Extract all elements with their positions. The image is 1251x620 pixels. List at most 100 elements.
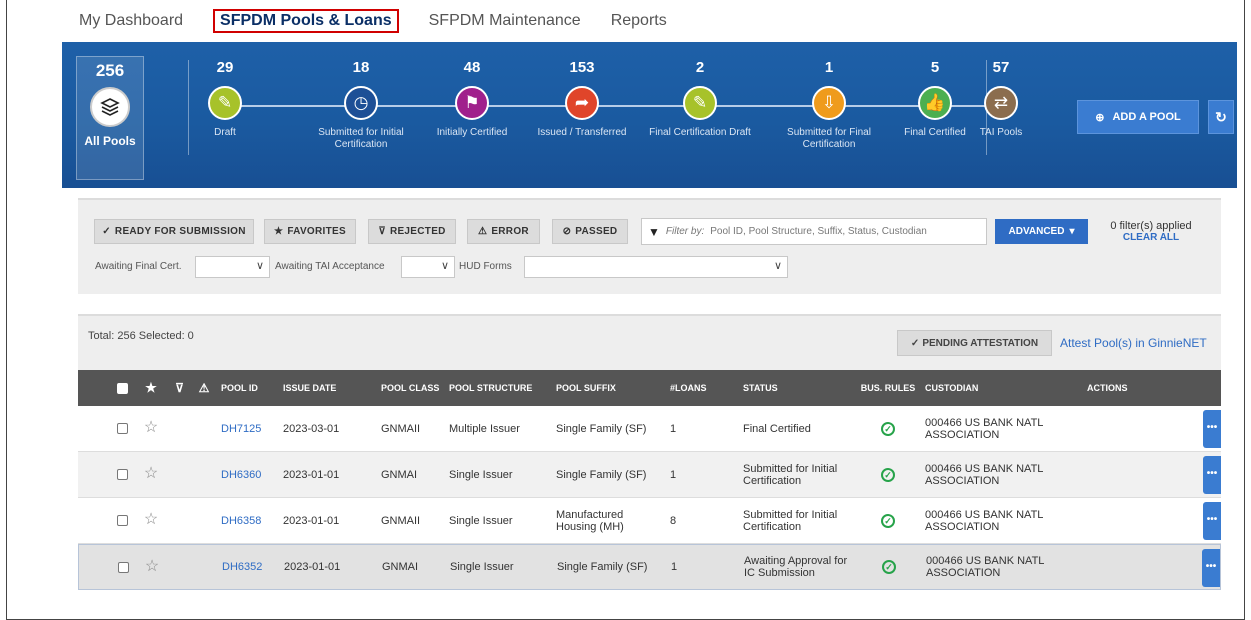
results-summary: Total: 256 Selected: 0 ✓ PENDING ATTESTA… (78, 314, 1221, 370)
hud-forms-label: HUD Forms (459, 261, 512, 272)
row-checkbox[interactable] (108, 423, 136, 435)
table-row[interactable]: ☆ DH6360 2023-01-01 GNMAI Single Issuer … (78, 452, 1221, 498)
header-pool-id[interactable]: POOL ID (215, 382, 277, 394)
header-custodian[interactable]: CUSTODIAN (919, 382, 1081, 394)
star-icon: ★ (274, 226, 284, 237)
filter-search-input[interactable]: ▼ Filter by: Pool ID, Pool Structure, Su… (641, 218, 987, 245)
loan-count: 1 (671, 561, 678, 573)
tab-sfpdm-maintenance[interactable]: SFPDM Maintenance (429, 12, 581, 30)
awaiting-tai-select[interactable]: ∨ (401, 256, 455, 278)
clear-all-link[interactable]: CLEAR ALL (1096, 232, 1206, 244)
issue-date: 2023-01-01 (284, 561, 341, 573)
header-actions: ACTIONS (1087, 383, 1128, 393)
refresh-button[interactable]: ↻ (1208, 100, 1234, 134)
star-icon[interactable]: ★ (136, 381, 166, 394)
thumbs-down-icon: ⊽ (378, 226, 386, 237)
pool-id-link[interactable]: DH6352 (216, 561, 278, 573)
inbox-icon: ⇩ (812, 86, 846, 120)
row-checkbox[interactable] (108, 515, 136, 527)
header-pool-suffix[interactable]: POOL SUFFIX (550, 382, 664, 394)
bus-rules-passed-icon: ✓ (857, 421, 919, 436)
pool-class: GNMAI (381, 468, 418, 481)
awaiting-final-cert-select[interactable]: ∨ (195, 256, 270, 278)
thumbs-down-icon: ⊽ (175, 381, 184, 395)
row-checkbox[interactable] (109, 561, 137, 573)
hud-forms-select[interactable]: ∨ (524, 256, 788, 278)
total-selected-text: Total: 256 Selected: 0 (88, 330, 194, 342)
chevron-down-icon: ∨ (255, 260, 264, 272)
favorite-star-icon[interactable]: ☆ (137, 558, 167, 574)
advanced-label: ADVANCED (1008, 226, 1065, 237)
pool-id-link[interactable]: DH6358 (215, 515, 277, 527)
status: Submitted for Initial Certification (743, 508, 838, 533)
status-issued-transferred[interactable]: 153 ➦ Issued / Transferred (522, 42, 642, 139)
add-pool-button[interactable]: ⊕ ADD A POOL (1077, 100, 1199, 134)
pool-id-link[interactable]: DH7125 (215, 423, 277, 435)
status-label: Issued / Transferred (537, 127, 627, 138)
caret-down-icon: ▾ (1069, 226, 1075, 237)
table-row[interactable]: ☆ DH6358 2023-01-01 GNMAII Single Issuer… (78, 498, 1221, 544)
button-label: REJECTED (389, 226, 446, 237)
select-all-checkbox[interactable] (108, 382, 136, 395)
header-bus-rules[interactable]: BUS. RULES (857, 382, 919, 394)
status-submitted-final[interactable]: 1 ⇩ Submitted for Final Certification (769, 42, 889, 151)
attest-pools-link[interactable]: Attest Pool(s) in GinnieNET (1060, 336, 1207, 350)
tab-sfpdm-pools-loans[interactable]: SFPDM Pools & Loans (213, 9, 399, 33)
check-circle-icon: ⊘ (562, 226, 572, 237)
pool-class: GNMAI (382, 561, 419, 573)
funnel-icon: ▼ (648, 224, 660, 239)
custodian: 000466 US BANK NATL ASSOCIATION (926, 555, 1045, 579)
header-issue-date[interactable]: ISSUE DATE (277, 382, 375, 394)
header-status[interactable]: STATUS (737, 382, 857, 394)
pending-attestation-button[interactable]: ✓ PENDING ATTESTATION (897, 330, 1052, 356)
advanced-button[interactable]: ADVANCED ▾ (995, 219, 1088, 244)
table-row[interactable]: ☆ DH7125 2023-03-01 GNMAII Multiple Issu… (78, 406, 1221, 452)
pool-structure: Single Issuer (450, 561, 514, 573)
table-header: ★ ⊽ ⚠ POOL ID ISSUE DATE POOL CLASS POOL… (78, 370, 1221, 406)
tab-my-dashboard[interactable]: My Dashboard (79, 12, 183, 30)
table-row[interactable]: ☆ DH6352 2023-01-01 GNMAI Single Issuer … (78, 544, 1221, 590)
status-count: 57 (992, 59, 1010, 76)
pool-suffix: Single Family (SF) (556, 422, 647, 435)
status-count: 153 (569, 59, 595, 76)
status-count: 29 (216, 59, 234, 76)
status-tai-pools[interactable]: 57 ⇄ TAI Pools (971, 42, 1031, 139)
favorite-star-icon[interactable]: ☆ (136, 420, 166, 436)
status-submitted-initial[interactable]: 18 ◷ Submitted for Initial Certification (301, 42, 421, 151)
custodian: 000466 US BANK NATL ASSOCIATION (925, 416, 1044, 441)
passed-button[interactable]: ⊘ PASSED (552, 219, 628, 244)
favorite-star-icon[interactable]: ☆ (136, 512, 166, 528)
status-draft[interactable]: 29 ✎ Draft (165, 42, 285, 139)
rejected-button[interactable]: ⊽ REJECTED (368, 219, 456, 244)
tab-reports[interactable]: Reports (611, 12, 667, 30)
loan-count: 1 (670, 468, 677, 481)
favorites-button[interactable]: ★ FAVORITES (264, 219, 356, 244)
row-actions-button[interactable]: ••• (1203, 410, 1221, 448)
issue-date: 2023-03-01 (283, 422, 340, 435)
all-pools-label: All Pools (84, 134, 136, 148)
header-loans[interactable]: #LOANS (664, 382, 737, 394)
row-checkbox[interactable] (108, 469, 136, 481)
plus-circle-icon: ⊕ (1095, 111, 1105, 124)
status-final-cert-draft[interactable]: 2 ✎ Final Certification Draft (640, 42, 760, 139)
header-pool-structure[interactable]: POOL STRUCTURE (443, 382, 550, 394)
row-actions-button[interactable]: ••• (1203, 456, 1221, 494)
error-button[interactable]: ⚠ ERROR (467, 219, 540, 244)
status: Awaiting Approval for IC Submission (744, 555, 848, 579)
flag-icon: ⚑ (455, 86, 489, 120)
header-pool-class[interactable]: POOL CLASS (375, 382, 443, 394)
pool-id-link[interactable]: DH6360 (215, 469, 277, 481)
pool-class: GNMAII (381, 514, 421, 527)
row-actions-button[interactable]: ••• (1203, 502, 1221, 540)
favorite-star-icon[interactable]: ☆ (136, 466, 166, 482)
status-initially-certified[interactable]: 48 ⚑ Initially Certified (412, 42, 532, 139)
add-pool-label: ADD A POOL (1112, 111, 1181, 123)
pool-structure: Multiple Issuer (449, 422, 520, 435)
clock-icon: ◷ (344, 86, 378, 120)
status-all-pools[interactable]: 256 All Pools (76, 56, 144, 180)
warning-icon: ⚠ (198, 381, 210, 395)
search-placeholder: Pool ID, Pool Structure, Suffix, Status,… (710, 226, 927, 237)
bus-rules-passed-icon: ✓ (858, 560, 920, 574)
row-actions-button[interactable]: ••• (1202, 549, 1220, 587)
ready-for-submission-button[interactable]: ✓ READY FOR SUBMISSION (94, 219, 254, 244)
